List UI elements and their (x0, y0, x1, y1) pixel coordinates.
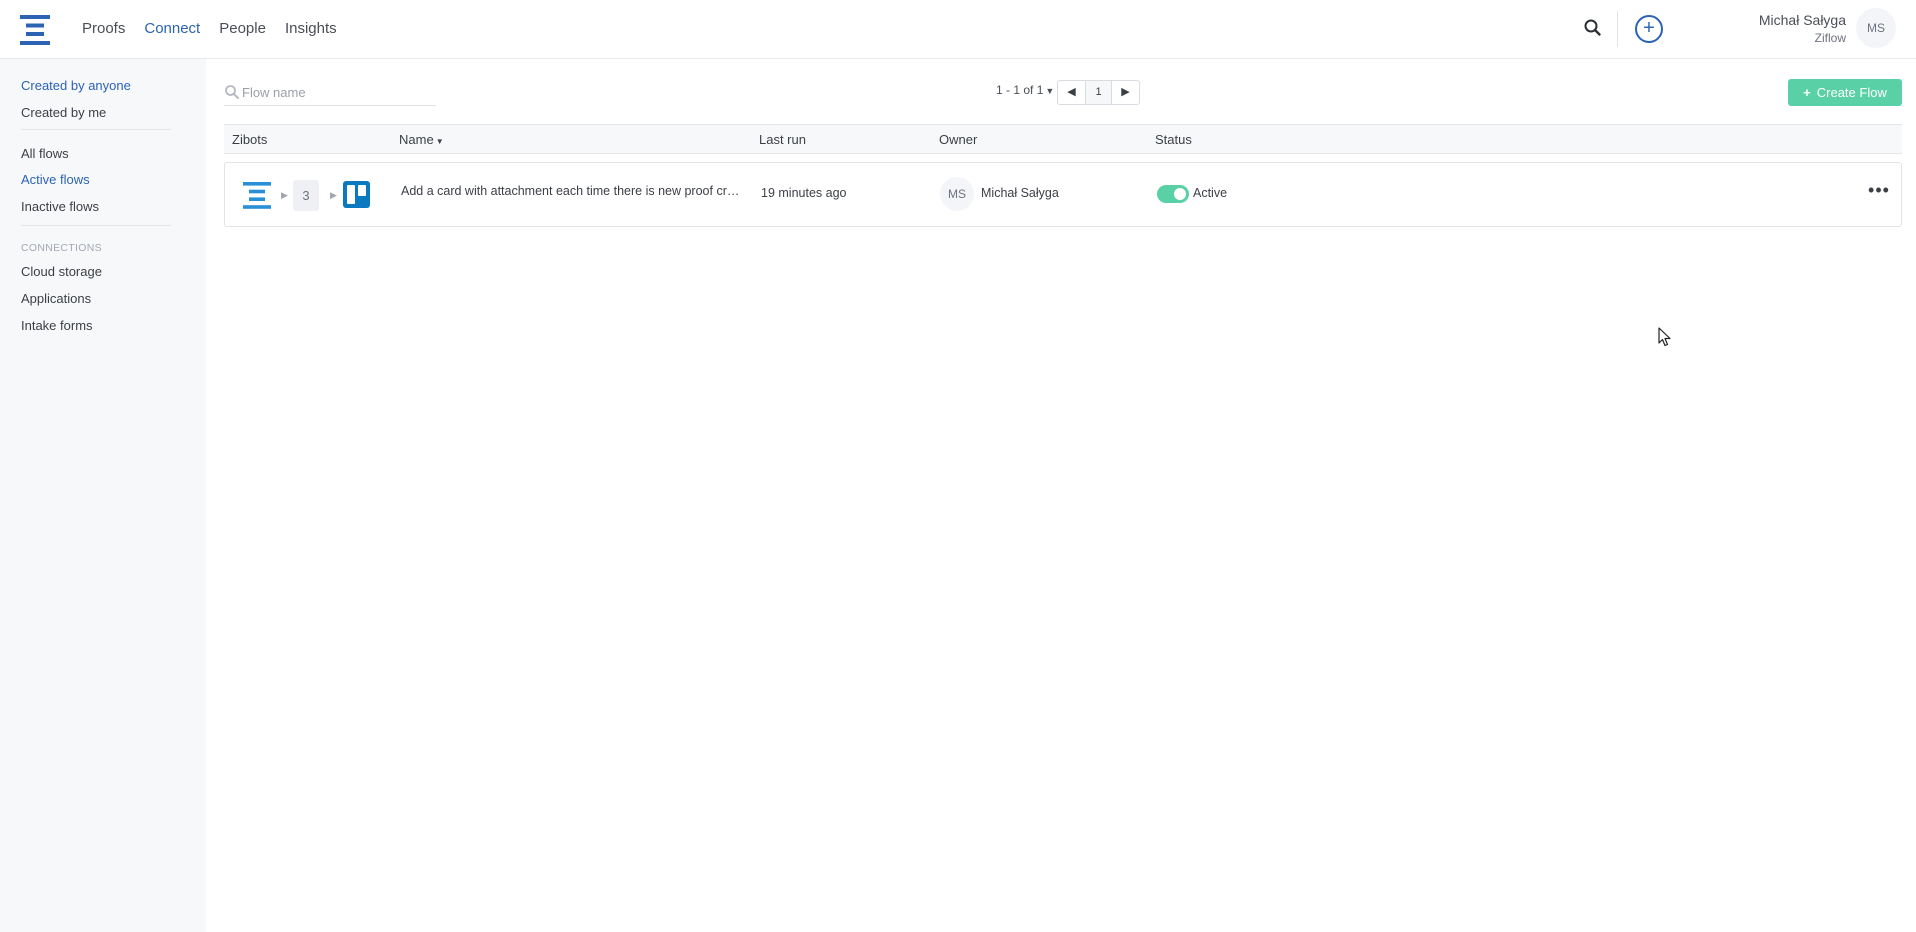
top-bar: Proofs Connect People Insights + Michał … (0, 0, 1916, 59)
chevron-right-icon: ▶ (281, 190, 288, 200)
trello-icon (343, 181, 370, 208)
main-nav: Proofs Connect People Insights (82, 0, 356, 56)
column-owner[interactable]: Owner (939, 132, 977, 147)
table-row[interactable]: ▶ 3 ▶ Add a card with attachment each ti… (224, 162, 1902, 227)
avatar[interactable]: MS (1856, 8, 1896, 48)
prev-page-icon[interactable]: ◀ (1058, 81, 1085, 104)
sort-down-icon: ▼ (435, 137, 444, 146)
sidebar-item-intake-forms[interactable]: Intake forms (21, 318, 93, 333)
user-name: Michał Sałyga (1758, 12, 1846, 28)
column-name-label: Name (399, 132, 434, 147)
sidebar-divider (21, 225, 171, 226)
mouse-cursor-icon (1658, 327, 1671, 347)
pagination-range-label: 1 - 1 of 1 (996, 83, 1044, 97)
sidebar-item-cloud-storage[interactable]: Cloud storage (21, 264, 102, 279)
nav-proofs[interactable]: Proofs (82, 20, 125, 37)
user-org: Ziflow (1814, 31, 1846, 45)
column-status[interactable]: Status (1155, 132, 1192, 147)
sidebar: Created by anyone Created by me All flow… (0, 59, 206, 932)
sidebar-divider (21, 129, 171, 130)
nav-insights[interactable]: Insights (285, 20, 337, 37)
pagination: ◀ 1 ▶ (1057, 80, 1140, 105)
user-menu[interactable]: Michał Sałyga Ziflow (1759, 11, 1846, 47)
sidebar-item-created-by-me[interactable]: Created by me (21, 105, 106, 120)
table-header: Zibots Name ▼ Last run Owner Status (224, 124, 1902, 154)
nav-connect[interactable]: Connect (144, 20, 200, 37)
status-label: Active (1193, 186, 1228, 200)
nav-people[interactable]: People (219, 20, 266, 37)
step-count-badge: 3 (293, 180, 319, 211)
flow-search (224, 80, 436, 106)
sidebar-item-applications[interactable]: Applications (21, 291, 91, 306)
flow-name: Add a card with attachment each time the… (401, 184, 746, 198)
plus-icon: + (1803, 85, 1811, 100)
current-page[interactable]: 1 (1085, 81, 1112, 104)
create-flow-button[interactable]: + Create Flow (1788, 79, 1902, 106)
caret-down-icon: ▼ (1045, 86, 1055, 96)
chevron-right-icon: ▶ (330, 190, 337, 200)
add-button[interactable]: + (1635, 15, 1663, 43)
last-run: 19 minutes ago (761, 186, 847, 200)
sidebar-item-active-flows[interactable]: Active flows (21, 172, 90, 187)
owner-avatar: MS (940, 177, 974, 211)
column-zibots[interactable]: Zibots (232, 132, 267, 147)
more-actions-icon[interactable]: ••• (1867, 178, 1891, 202)
owner-name: Michał Sałyga (981, 186, 1059, 200)
toolbar-divider (1617, 11, 1618, 47)
connections-heading: CONNECTIONS (21, 242, 102, 254)
next-page-icon[interactable]: ▶ (1112, 81, 1139, 104)
sidebar-item-inactive-flows[interactable]: Inactive flows (21, 199, 99, 214)
sidebar-item-all-flows[interactable]: All flows (21, 146, 69, 161)
status-toggle[interactable] (1157, 185, 1189, 203)
search-icon[interactable] (1583, 18, 1603, 38)
search-input[interactable] (242, 82, 432, 102)
sidebar-item-created-by-anyone[interactable]: Created by anyone (21, 78, 131, 93)
column-name[interactable]: Name ▼ (399, 132, 444, 147)
ziflow-icon (243, 182, 271, 209)
ziflow-logo-icon[interactable] (20, 15, 50, 45)
column-last-run[interactable]: Last run (759, 132, 806, 147)
pagination-range[interactable]: 1 - 1 of 1 ▼ (996, 83, 1054, 97)
create-flow-label: Create Flow (1816, 85, 1887, 100)
search-icon (225, 85, 239, 99)
